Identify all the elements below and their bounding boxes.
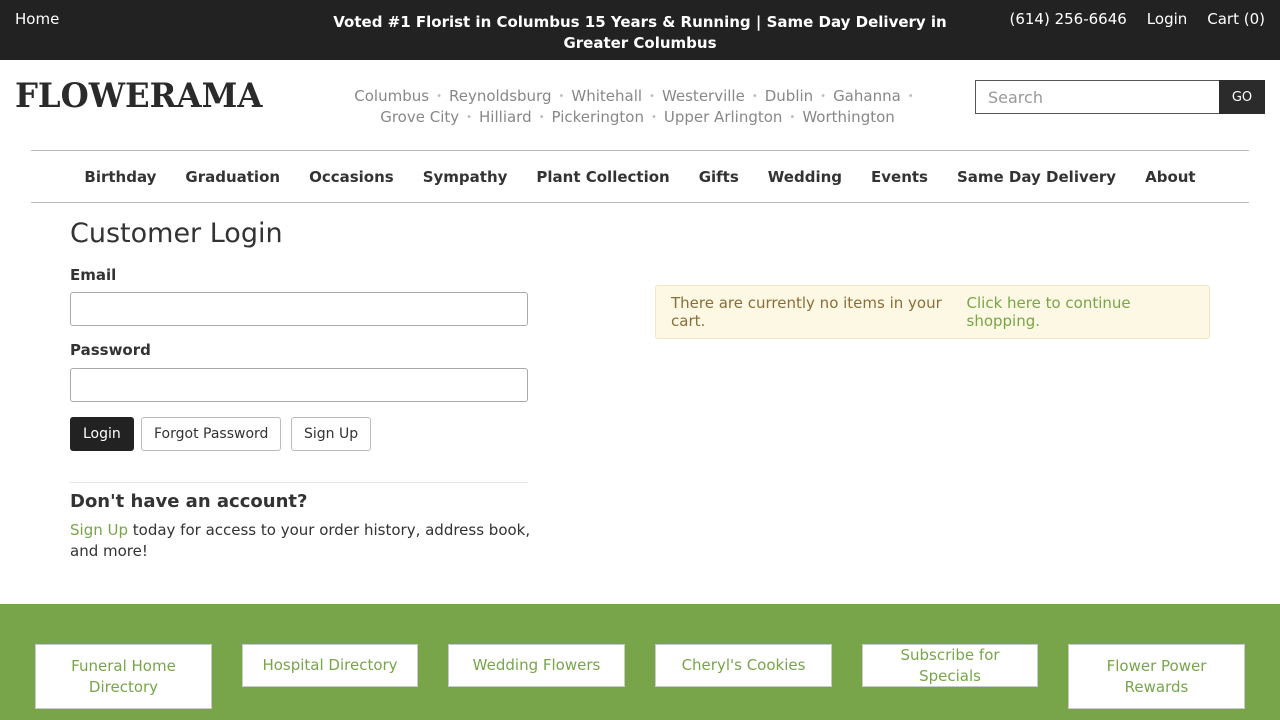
search-bar: GO [975, 80, 1265, 114]
email-label: Email [70, 266, 117, 284]
nav-item-gifts[interactable]: Gifts [684, 168, 753, 186]
promo-banner: Voted #1 Florist in Columbus 15 Years & … [333, 13, 947, 52]
nav-item-about[interactable]: About [1131, 168, 1211, 186]
empty-cart-text: There are currently no items in your car… [671, 294, 942, 330]
password-label: Password [70, 341, 151, 359]
footer-link-subscribe-for-specials[interactable]: Subscribe for Specials [862, 644, 1038, 687]
city-row-2: Grove City • Hilliard • Pickerington • Upper A… [350, 107, 925, 128]
separator-dot: • [538, 112, 545, 123]
city-link[interactable]: Westerville [662, 87, 745, 105]
city-row-1: Columbus • Reynoldsburg • Whitehall • Westervi… [350, 86, 925, 107]
nav-item-occasions[interactable]: Occasions [295, 168, 409, 186]
city-link[interactable]: Pickerington [552, 108, 644, 126]
signup-description: today for access to your order history, … [70, 521, 531, 560]
city-link[interactable]: Reynoldsburg [449, 87, 552, 105]
continue-shopping-link[interactable]: Click here to continue shopping. [967, 294, 1194, 330]
separator-dot: • [907, 91, 914, 102]
city-link[interactable]: Dublin [765, 87, 813, 105]
top-bar: Home Voted #1 Florist in Columbus 15 Yea… [0, 0, 1280, 60]
city-link[interactable]: Gahanna [833, 87, 901, 105]
main-nav: Birthday Graduation Occasions Sympathy P… [31, 150, 1249, 203]
phone-link[interactable]: (614) 256-6646 [1009, 10, 1126, 28]
cart-link[interactable]: Cart (0) [1207, 10, 1265, 28]
city-link[interactable]: Columbus [354, 87, 429, 105]
city-link[interactable]: Grove City [380, 108, 459, 126]
nav-item-events[interactable]: Events [857, 168, 943, 186]
separator-dot: • [649, 91, 655, 102]
footer-link-flower-power-rewards[interactable]: Flower Power Rewards [1068, 644, 1245, 709]
top-bar-links: (614) 256-6646 Login Cart (0) [1009, 10, 1265, 28]
divider [70, 482, 528, 483]
search-go-button[interactable]: GO [1219, 80, 1265, 114]
home-link[interactable]: Home [15, 10, 59, 28]
separator-dot: • [820, 91, 827, 102]
no-account-heading: Don't have an account? [70, 491, 308, 512]
logo[interactable]: FLOWERAMA [15, 76, 262, 116]
email-field[interactable] [70, 292, 528, 326]
city-link[interactable]: Whitehall [571, 87, 642, 105]
separator-dot: • [558, 91, 565, 102]
footer-link-hospital-directory[interactable]: Hospital Directory [242, 644, 418, 687]
separator-dot: • [789, 112, 796, 123]
city-links: Columbus • Reynoldsburg • Whitehall • Westervi… [350, 86, 925, 128]
empty-cart-notice: There are currently no items in your car… [655, 285, 1210, 339]
footer-link-wedding-flowers[interactable]: Wedding Flowers [448, 644, 625, 687]
nav-item-birthday[interactable]: Birthday [70, 168, 171, 186]
nav-item-graduation[interactable]: Graduation [171, 168, 295, 186]
sign-up-button[interactable]: Sign Up [291, 417, 372, 451]
footer-link-funeral-home-directory[interactable]: Funeral Home Directory [35, 644, 212, 709]
city-link[interactable]: Worthington [802, 108, 894, 126]
login-button[interactable]: Login [70, 417, 134, 451]
nav-item-plant-collection[interactable]: Plant Collection [522, 168, 684, 186]
search-input[interactable] [975, 80, 1219, 114]
forgot-password-button[interactable]: Forgot Password [141, 417, 282, 451]
password-field[interactable] [70, 368, 528, 402]
city-link[interactable]: Upper Arlington [664, 108, 783, 126]
signup-prompt: Sign Up today for access to your order h… [70, 520, 540, 562]
separator-dot: • [466, 112, 473, 123]
login-link[interactable]: Login [1147, 10, 1187, 28]
separator-dot: • [751, 91, 758, 102]
city-link[interactable]: Hilliard [479, 108, 532, 126]
nav-item-wedding[interactable]: Wedding [753, 168, 856, 186]
separator-dot: • [650, 112, 657, 123]
footer-link-cheryls-cookies[interactable]: Cheryl's Cookies [655, 644, 832, 687]
footer: Funeral Home Directory Hospital Director… [0, 604, 1280, 720]
separator-dot: • [436, 91, 442, 102]
nav-item-same-day-delivery[interactable]: Same Day Delivery [942, 168, 1130, 186]
sign-up-link[interactable]: Sign Up [70, 521, 128, 539]
page-title: Customer Login [70, 218, 283, 249]
nav-item-sympathy[interactable]: Sympathy [408, 168, 522, 186]
